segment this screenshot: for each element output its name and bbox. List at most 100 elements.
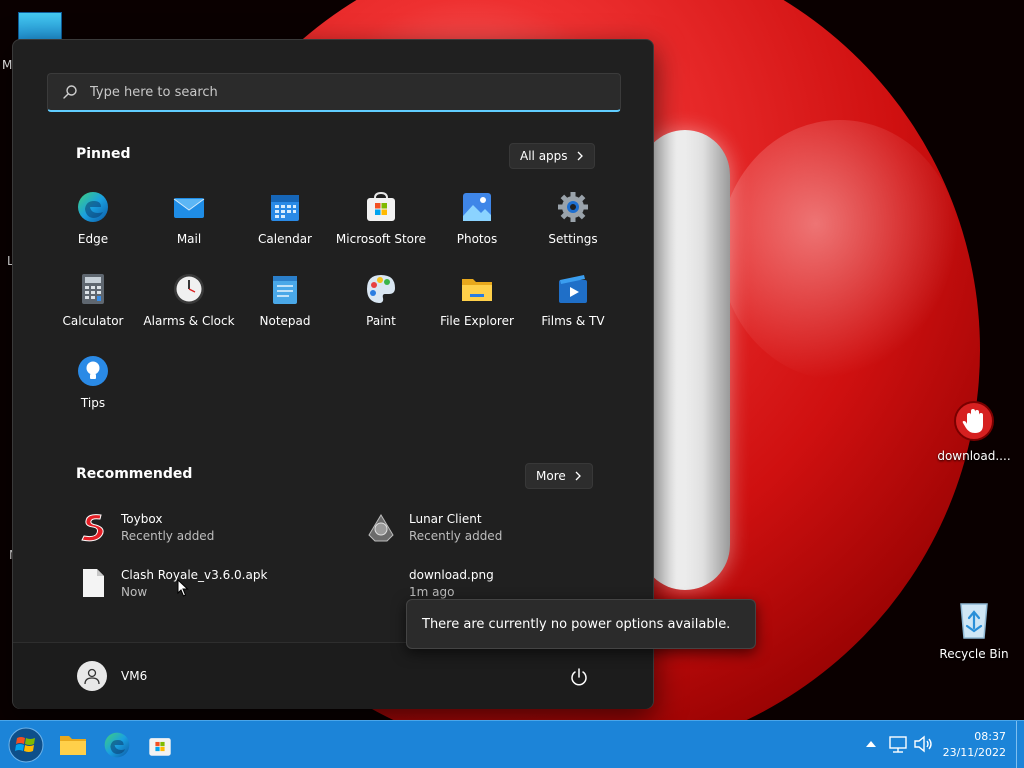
calculator-icon xyxy=(82,274,104,304)
start-button[interactable] xyxy=(8,727,44,763)
user-account-button[interactable]: VM6 xyxy=(77,661,147,691)
pinned-app-label: Photos xyxy=(456,232,498,246)
user-icon xyxy=(84,668,100,685)
pinned-app-mail[interactable]: Mail xyxy=(141,190,237,246)
pinned-app-alarms-clock[interactable]: Alarms & Clock xyxy=(141,272,237,328)
windows-logo-icon xyxy=(8,727,44,763)
recommended-item-time: Recently added xyxy=(121,528,215,543)
lunar-client-icon xyxy=(368,514,394,542)
taskbar-file-explorer[interactable] xyxy=(55,727,91,763)
all-apps-button[interactable]: All apps xyxy=(509,143,595,169)
recommended-title: Recommended xyxy=(76,466,193,482)
image-file-icon xyxy=(365,567,397,599)
desktop-icon-label-partial: M xyxy=(2,58,13,72)
recommended-item-name: Toybox xyxy=(121,511,163,526)
folder-icon xyxy=(60,736,86,755)
recommended-item-toybox[interactable]: Toybox Recently added xyxy=(77,511,214,543)
desktop-icon-label: download.... xyxy=(937,449,1011,463)
pinned-app-label: Settings xyxy=(548,232,598,246)
recommended-item-lunar-client[interactable]: Lunar Client Recently added xyxy=(365,511,502,543)
pinned-app-paint[interactable]: Paint xyxy=(333,272,429,328)
recommended-item-time: Now xyxy=(121,584,148,599)
folder-icon xyxy=(462,279,492,301)
pinned-app-label: Paint xyxy=(366,314,396,328)
notepad-icon xyxy=(273,276,297,304)
taskbar-clock[interactable]: 08:37 23/11/2022 xyxy=(936,729,1006,761)
pinned-title: Pinned xyxy=(76,146,131,162)
pinned-app-label: Films & TV xyxy=(541,314,605,328)
tooltip-text: There are currently no power options ava… xyxy=(422,616,731,632)
pinned-app-microsoft-store[interactable]: Microsoft Store xyxy=(333,190,429,246)
pinned-app-label: Notepad xyxy=(259,314,311,328)
pinned-app-tips[interactable]: Tips xyxy=(45,354,141,410)
clock-icon xyxy=(174,274,204,304)
pinned-app-calculator[interactable]: Calculator xyxy=(45,272,141,328)
chevron-up-icon[interactable] xyxy=(860,733,882,755)
recommended-item-name: download.png xyxy=(409,567,494,582)
desktop-icon-download[interactable]: download.... xyxy=(929,400,1019,463)
taskbar-microsoft-store[interactable] xyxy=(142,727,178,763)
chevron-right-icon xyxy=(575,471,581,481)
power-options-tooltip: There are currently no power options ava… xyxy=(406,599,756,649)
edge-icon xyxy=(104,732,130,758)
network-icon[interactable] xyxy=(887,733,909,755)
pinned-app-edge[interactable]: Edge xyxy=(45,190,141,246)
photos-icon xyxy=(463,193,491,221)
clock-time: 08:37 xyxy=(974,730,1006,743)
edge-icon xyxy=(78,192,108,222)
file-icon xyxy=(83,569,104,597)
pinned-app-label: Tips xyxy=(80,396,106,410)
pinned-app-label: Microsoft Store xyxy=(335,232,427,246)
pinned-app-file-explorer[interactable]: File Explorer xyxy=(429,272,525,328)
pinned-app-label: File Explorer xyxy=(440,314,514,328)
recommended-item-name: Clash Royale_v3.6.0.apk xyxy=(121,567,268,582)
film-icon xyxy=(559,275,587,303)
wallpaper-highlight xyxy=(720,120,960,380)
search-input[interactable] xyxy=(88,83,620,101)
recommended-item-time: Recently added xyxy=(409,528,503,543)
search-icon xyxy=(63,85,77,99)
volume-icon[interactable] xyxy=(912,733,934,755)
pinned-app-settings[interactable]: Settings xyxy=(525,190,621,246)
mail-icon xyxy=(173,198,205,218)
mouse-cursor-icon xyxy=(177,579,189,597)
show-desktop-button[interactable] xyxy=(1016,721,1017,768)
stop-hand-icon xyxy=(954,401,994,441)
palette-icon xyxy=(367,275,395,303)
pinned-app-label: Calculator xyxy=(62,314,124,328)
recommended-item-download-png[interactable]: download.png 1m ago xyxy=(365,567,494,599)
pinned-app-films-tv[interactable]: Films & TV xyxy=(525,272,621,328)
pinned-grid: Edge Mail Calendar Microsoft Store Photo… xyxy=(45,190,621,410)
recommended-item-name: Lunar Client xyxy=(409,511,482,526)
search-box[interactable] xyxy=(47,73,621,112)
recycle-bin-icon xyxy=(960,603,988,639)
pinned-app-label: Edge xyxy=(77,232,109,246)
all-apps-label: All apps xyxy=(520,149,568,163)
chevron-right-icon xyxy=(577,151,583,161)
taskbar: 08:37 23/11/2022 xyxy=(0,720,1024,768)
gear-icon xyxy=(558,192,588,222)
pinned-app-calendar[interactable]: Calendar xyxy=(237,190,333,246)
lightbulb-icon xyxy=(78,356,108,386)
user-name: VM6 xyxy=(121,669,148,683)
recommended-item-clash-royale-apk[interactable]: Clash Royale_v3.6.0.apk Now xyxy=(77,567,267,599)
start-menu-footer: VM6 xyxy=(13,642,653,709)
taskbar-edge[interactable] xyxy=(99,727,135,763)
more-button[interactable]: More xyxy=(525,463,593,489)
pinned-app-label: Alarms & Clock xyxy=(143,314,235,328)
desktop-icon-recycle-bin[interactable]: Recycle Bin xyxy=(929,598,1019,661)
calendar-icon xyxy=(271,195,299,221)
store-icon xyxy=(367,191,395,221)
pinned-app-photos[interactable]: Photos xyxy=(429,190,525,246)
clock-date: 23/11/2022 xyxy=(942,746,1006,759)
toybox-icon xyxy=(81,514,104,542)
desktop-icon-label: Recycle Bin xyxy=(939,647,1009,661)
avatar xyxy=(77,661,107,691)
pinned-app-label: Calendar xyxy=(258,232,312,246)
recommended-item-time: 1m ago xyxy=(409,584,455,599)
pinned-app-notepad[interactable]: Notepad xyxy=(237,272,333,328)
pinned-app-label: Mail xyxy=(176,232,202,246)
more-label: More xyxy=(536,469,566,483)
store-icon xyxy=(149,738,171,756)
power-icon[interactable] xyxy=(569,667,589,687)
